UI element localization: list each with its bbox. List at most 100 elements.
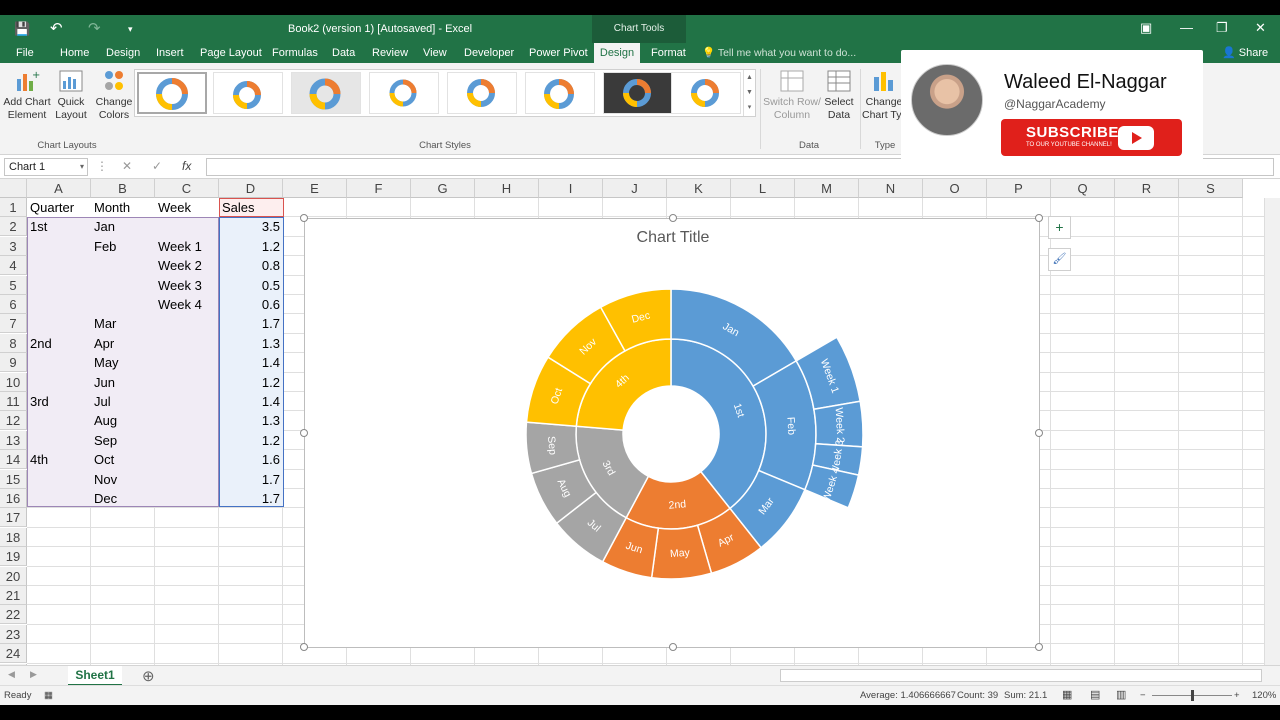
cell-a2[interactable]: 1st <box>27 217 91 236</box>
tab-chart-design[interactable]: Design <box>594 43 640 63</box>
row-header-12[interactable]: 12 <box>0 411 27 431</box>
select-data-button[interactable]: Select Data <box>822 69 856 122</box>
row-header-10[interactable]: 10 <box>0 372 27 392</box>
restore-button[interactable]: ❐ <box>1216 20 1228 36</box>
status-count[interactable]: Count: 39 <box>957 690 998 701</box>
chevron-down-icon[interactable]: ▾ <box>80 159 84 175</box>
row-header-4[interactable]: 4 <box>0 256 27 276</box>
name-box[interactable]: Chart 1 ▾ <box>4 158 88 176</box>
select-all-corner[interactable] <box>0 179 27 198</box>
cell-a11[interactable]: 3rd <box>27 392 91 411</box>
redo-icon[interactable]: ↷ <box>88 19 101 37</box>
cell-a8[interactable]: 2nd <box>27 334 91 353</box>
cell-d9[interactable]: 1.4 <box>219 353 283 372</box>
column-header-q[interactable]: Q <box>1051 179 1115 198</box>
cell-d15[interactable]: 1.7 <box>219 470 283 489</box>
row-header-24[interactable]: 24 <box>0 644 27 664</box>
chart-style-8[interactable] <box>671 72 741 114</box>
cell-d6[interactable]: 0.6 <box>219 295 283 314</box>
chart-style-2[interactable] <box>213 72 283 114</box>
row-header-14[interactable]: 14 <box>0 450 27 470</box>
cell-d8[interactable]: 1.3 <box>219 334 283 353</box>
cell-c4[interactable]: Week 2 <box>155 256 219 275</box>
tab-formulas[interactable]: Formulas <box>268 43 322 63</box>
cell-b3[interactable]: Feb <box>91 237 155 256</box>
tab-format[interactable]: Format <box>647 43 690 63</box>
insert-function-icon[interactable]: fx <box>182 159 191 173</box>
column-header-p[interactable]: P <box>987 179 1051 198</box>
cell-c6[interactable]: Week 4 <box>155 295 219 314</box>
row-header-2[interactable]: 2 <box>0 217 27 237</box>
cell-d2[interactable]: 3.5 <box>219 217 283 236</box>
cell-b11[interactable]: Jul <box>91 392 155 411</box>
column-header-s[interactable]: S <box>1179 179 1243 198</box>
row-header-21[interactable]: 21 <box>0 586 27 605</box>
subscribe-button[interactable]: SUBSCRIBE TO OUR YOUTUBE CHANNEL! <box>1001 119 1182 156</box>
row-header-19[interactable]: 19 <box>0 547 27 567</box>
change-chart-type-button[interactable]: Change Chart Type <box>862 69 906 122</box>
column-header-b[interactable]: B <box>91 179 155 198</box>
minimize-button[interactable]: — <box>1180 20 1193 35</box>
cell-c5[interactable]: Week 3 <box>155 276 219 295</box>
tab-developer[interactable]: Developer <box>460 43 518 63</box>
column-header-g[interactable]: G <box>411 179 475 198</box>
chart-style-3[interactable] <box>291 72 361 114</box>
zoom-level[interactable]: 120% <box>1252 690 1276 701</box>
undo-icon[interactable]: ↶ <box>50 19 63 37</box>
tab-home[interactable]: Home <box>56 43 93 63</box>
cell-d11[interactable]: 1.4 <box>219 392 283 411</box>
cancel-icon[interactable]: ✕ <box>122 159 132 173</box>
resize-handle-se[interactable] <box>1035 643 1043 651</box>
cell-b10[interactable]: Jun <box>91 373 155 392</box>
chart-style-1[interactable] <box>137 72 207 114</box>
add-chart-element-button[interactable]: + Add Chart Element <box>2 69 52 122</box>
row-header-1[interactable]: 1 <box>0 198 27 217</box>
cell-d5[interactable]: 0.5 <box>219 276 283 295</box>
resize-handle-sw[interactable] <box>300 643 308 651</box>
status-average[interactable]: Average: 1.406666667 <box>860 690 956 701</box>
column-header-c[interactable]: C <box>155 179 219 198</box>
worksheet-grid[interactable]: ABCDEFGHIJKLMNOPQRS 1 2 3 4 5 6 7 8 9 10 11 12 13 14 1… <box>0 179 1280 669</box>
row-header-5[interactable]: 5 <box>0 275 27 295</box>
tab-page-layout[interactable]: Page Layout <box>196 43 266 63</box>
column-header-r[interactable]: R <box>1115 179 1179 198</box>
chart-style-4[interactable] <box>369 72 439 114</box>
cell-d12[interactable]: 1.3 <box>219 411 283 430</box>
cell-b2[interactable]: Jan <box>91 217 155 236</box>
resize-handle-w[interactable] <box>300 429 308 437</box>
sunburst-svg[interactable]: 1stJanFebWeek 1Week 2Week 3Week 4Mar2ndA… <box>305 219 1041 649</box>
column-header-m[interactable]: M <box>795 179 859 198</box>
chart-style-5[interactable] <box>447 72 517 114</box>
chart-elements-button[interactable]: + <box>1048 216 1071 239</box>
normal-view-icon[interactable]: ▦ <box>1062 688 1072 701</box>
cell-d7[interactable]: 1.7 <box>219 314 283 333</box>
zoom-out-icon[interactable]: − <box>1140 690 1146 701</box>
resize-handle-ne[interactable] <box>1035 214 1043 222</box>
tab-data[interactable]: Data <box>328 43 359 63</box>
sunburst-chart[interactable]: Chart Title 1st Jan Feb Week 1 Week 2 Week 3W… <box>300 214 1043 651</box>
cell-c1[interactable]: Week <box>155 198 219 217</box>
column-header-a[interactable]: A <box>27 179 91 198</box>
cell-b7[interactable]: Mar <box>91 314 155 333</box>
sheet-tab-sheet1[interactable]: Sheet1 <box>68 666 122 686</box>
cell-d4[interactable]: 0.8 <box>219 256 283 275</box>
column-header-f[interactable]: F <box>347 179 411 198</box>
cell-b1[interactable]: Month <box>91 198 155 217</box>
tab-view[interactable]: View <box>419 43 451 63</box>
cell-b13[interactable]: Sep <box>91 431 155 450</box>
cell-b15[interactable]: Nov <box>91 470 155 489</box>
tab-power-pivot[interactable]: Power Pivot <box>525 43 592 63</box>
switch-row-column-button[interactable]: Switch Row/ Column <box>762 69 822 122</box>
cell-b14[interactable]: Oct <box>91 450 155 469</box>
column-header-k[interactable]: K <box>667 179 731 198</box>
cell-b16[interactable]: Dec <box>91 489 155 508</box>
cell-b8[interactable]: Apr <box>91 334 155 353</box>
scroll-up-icon[interactable]: ▲ <box>744 70 755 85</box>
cell-d13[interactable]: 1.2 <box>219 431 283 450</box>
zoom-slider-thumb[interactable] <box>1191 690 1194 701</box>
quick-layout-button[interactable]: Quick Layout <box>52 69 90 122</box>
new-sheet-icon[interactable]: ⊕ <box>142 667 155 685</box>
cell-d16[interactable]: 1.7 <box>219 489 283 508</box>
row-header-8[interactable]: 8 <box>0 333 27 353</box>
save-icon[interactable]: 💾 <box>14 21 30 37</box>
